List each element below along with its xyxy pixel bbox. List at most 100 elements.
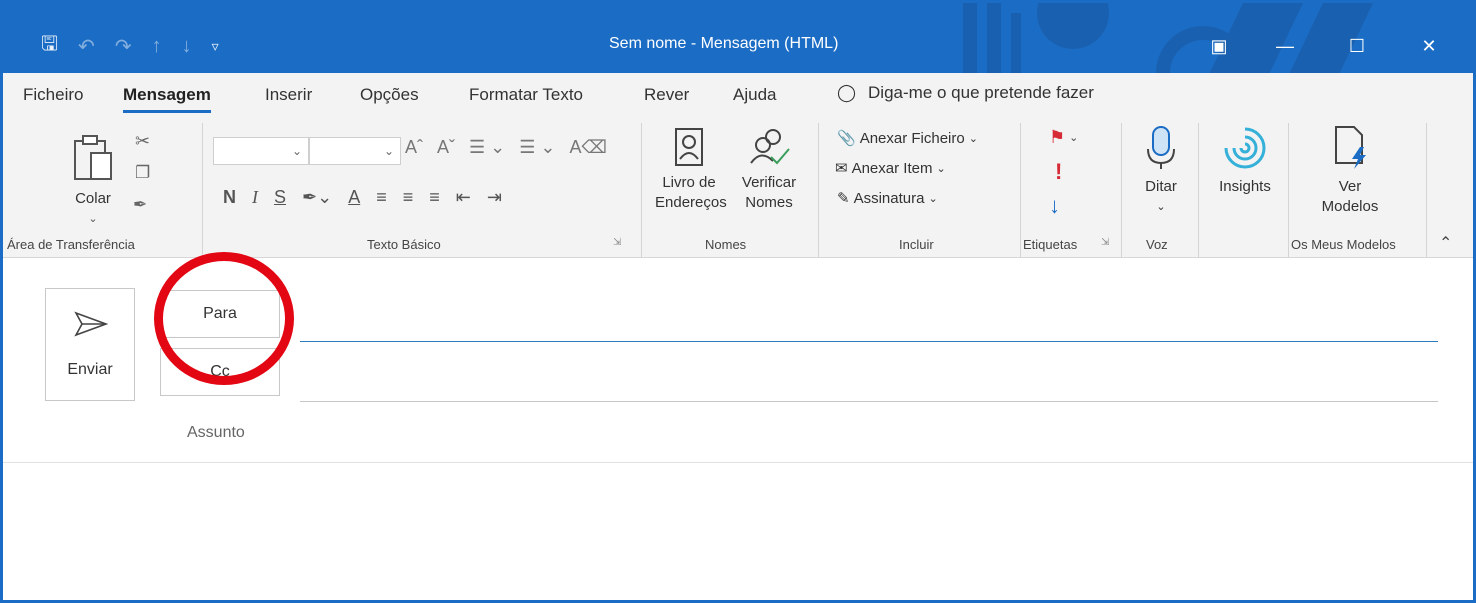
- paste-dropdown-icon[interactable]: ⌄: [61, 209, 125, 229]
- dialog-launcher-icon[interactable]: ⇲: [613, 237, 621, 248]
- tab-ficheiro[interactable]: Ficheiro: [23, 85, 83, 105]
- paste-button[interactable]: Colar ⌄: [61, 133, 125, 229]
- tab-opcoes[interactable]: Opções: [360, 85, 419, 105]
- font-size-tools: Aˆ Aˇ ☰ ⌄ ☰ ⌄ A⌫: [405, 137, 607, 158]
- view-templates-button[interactable]: Ver Modelos: [1307, 125, 1393, 217]
- shrink-font-icon[interactable]: Aˇ: [437, 137, 455, 158]
- group-separator: [1198, 123, 1199, 257]
- bold-button[interactable]: N: [223, 187, 236, 208]
- ribbon-tabs: Ficheiro Mensagem Inserir Opções Formata…: [3, 73, 1473, 119]
- font-color-icon[interactable]: A: [348, 187, 360, 208]
- underline-button[interactable]: S: [274, 187, 286, 208]
- copy-icon[interactable]: ❐: [135, 163, 150, 183]
- quick-access-toolbar: 🖫 ↶ ↷ ↑ ↓ ▿: [41, 31, 219, 61]
- group-separator: [1426, 123, 1427, 257]
- view-templates-label-2: Modelos: [1321, 198, 1379, 215]
- attach-file-label: Anexar Ficheiro: [859, 129, 965, 147]
- tell-me-text: Diga-me o que pretende fazer: [868, 83, 1094, 102]
- group-separator: [1020, 123, 1021, 257]
- group-separator: [641, 123, 642, 257]
- address-book-button[interactable]: Livro de Endereços: [655, 127, 727, 213]
- attach-file-button[interactable]: 📎 Anexar Ficheiro ⌄: [837, 129, 978, 148]
- lightbulb-icon: ◯: [837, 83, 857, 102]
- chevron-down-icon[interactable]: ⌄: [1131, 197, 1191, 217]
- tags-group-label: Etiquetas: [1023, 237, 1078, 252]
- tab-rever[interactable]: Rever: [644, 85, 689, 105]
- decrease-indent-icon[interactable]: ⇤: [456, 187, 471, 208]
- highlight-icon[interactable]: ✒⌄: [302, 187, 332, 208]
- window-title: Sem nome - Mensagem (HTML): [609, 35, 839, 52]
- chevron-down-icon: ⌄: [968, 132, 978, 145]
- previous-item-icon[interactable]: ↑: [152, 35, 162, 58]
- templates-group-label: Os Meus Modelos: [1291, 237, 1396, 252]
- high-importance-icon[interactable]: !: [1055, 159, 1062, 185]
- dictate-label: Ditar: [1145, 178, 1177, 195]
- send-button[interactable]: Enviar: [45, 288, 135, 401]
- cut-icon[interactable]: ✂: [135, 131, 150, 152]
- close-button[interactable]: ✕: [1409, 31, 1449, 61]
- align-left-icon[interactable]: ≡: [376, 187, 387, 208]
- insights-button[interactable]: Insights: [1207, 125, 1283, 197]
- font-size-combo[interactable]: ⌄: [309, 137, 401, 165]
- undo-icon[interactable]: ↶: [78, 34, 95, 59]
- dialog-launcher-icon[interactable]: ⇲: [1101, 237, 1109, 248]
- collapse-ribbon-icon[interactable]: ⌃: [1439, 233, 1452, 253]
- subject-label[interactable]: Assunto: [187, 424, 245, 442]
- dictate-button[interactable]: Ditar ⌄: [1131, 125, 1191, 217]
- align-right-icon[interactable]: ≡: [429, 187, 440, 208]
- paperclip-icon: 📎: [837, 130, 856, 147]
- insights-label: Insights: [1219, 178, 1271, 195]
- voice-group-label: Voz: [1146, 237, 1168, 252]
- tab-formatar-texto[interactable]: Formatar Texto: [469, 85, 583, 105]
- microphone-icon: [1147, 126, 1175, 169]
- to-field[interactable]: [300, 341, 1438, 342]
- maximize-button[interactable]: ☐: [1337, 31, 1377, 61]
- outlook-compose-window: 🖫 ↶ ↷ ↑ ↓ ▿ Sem nome - Mensagem (HTML) ▣…: [0, 0, 1476, 603]
- address-book-label-2: Endereços: [655, 194, 727, 211]
- clipboard-group-label: Área de Transferência: [7, 237, 135, 252]
- low-importance-icon[interactable]: ↓: [1049, 193, 1060, 219]
- send-icon: [74, 311, 108, 337]
- numbering-icon[interactable]: ☰ ⌄: [519, 137, 555, 158]
- next-item-icon[interactable]: ↓: [182, 35, 192, 58]
- send-label: Enviar: [67, 361, 113, 378]
- check-names-button[interactable]: Verificar Nomes: [733, 127, 805, 213]
- group-separator: [202, 123, 203, 257]
- follow-up-flag-icon[interactable]: ⚑ ⌄: [1049, 127, 1078, 148]
- signature-button[interactable]: ✎ Assinatura ⌄: [837, 189, 938, 208]
- address-book-label-1: Livro de: [662, 174, 716, 191]
- cc-field[interactable]: [300, 401, 1438, 402]
- attach-item-button[interactable]: ✉ Anexar Item ⌄: [835, 159, 946, 178]
- bullets-icon[interactable]: ☰ ⌄: [469, 137, 505, 158]
- view-templates-label-1: Ver: [1338, 178, 1362, 195]
- check-names-label-1: Verificar: [741, 174, 797, 191]
- tab-ajuda[interactable]: Ajuda: [733, 85, 776, 105]
- group-separator: [1121, 123, 1122, 257]
- minimize-button[interactable]: —: [1265, 31, 1305, 61]
- save-icon[interactable]: 🖫: [41, 29, 58, 63]
- text-format-tools: N I S ✒⌄ A ≡ ≡ ≡ ⇤ ⇥: [223, 187, 502, 208]
- tell-me-search[interactable]: ◯ Diga-me o que pretende fazer: [837, 83, 1094, 103]
- font-name-combo[interactable]: ⌄: [213, 137, 309, 165]
- attach-item-icon: ✉: [835, 160, 848, 177]
- increase-indent-icon[interactable]: ⇥: [487, 187, 502, 208]
- group-separator: [818, 123, 819, 257]
- include-group-label: Incluir: [899, 237, 934, 252]
- ribbon-display-options-icon[interactable]: ▣: [1199, 31, 1239, 61]
- tab-inserir[interactable]: Inserir: [265, 85, 312, 105]
- redo-icon[interactable]: ↷: [115, 34, 132, 59]
- insights-icon: [1224, 127, 1266, 169]
- grow-font-icon[interactable]: Aˆ: [405, 137, 423, 158]
- tab-mensagem[interactable]: Mensagem: [123, 85, 211, 113]
- check-names-label-2: Nomes: [745, 194, 793, 211]
- clear-formatting-icon[interactable]: A⌫: [569, 137, 606, 158]
- align-center-icon[interactable]: ≡: [403, 187, 414, 208]
- format-painter-icon[interactable]: ✒: [133, 195, 147, 215]
- message-body[interactable]: [3, 463, 1473, 600]
- names-group-label: Nomes: [705, 237, 747, 252]
- annotation-circle: [154, 252, 294, 385]
- chevron-down-icon: ⌄: [936, 162, 946, 175]
- customize-qat-icon[interactable]: ▿: [212, 38, 219, 55]
- italic-button[interactable]: I: [252, 187, 258, 208]
- address-book-icon: [675, 128, 703, 166]
